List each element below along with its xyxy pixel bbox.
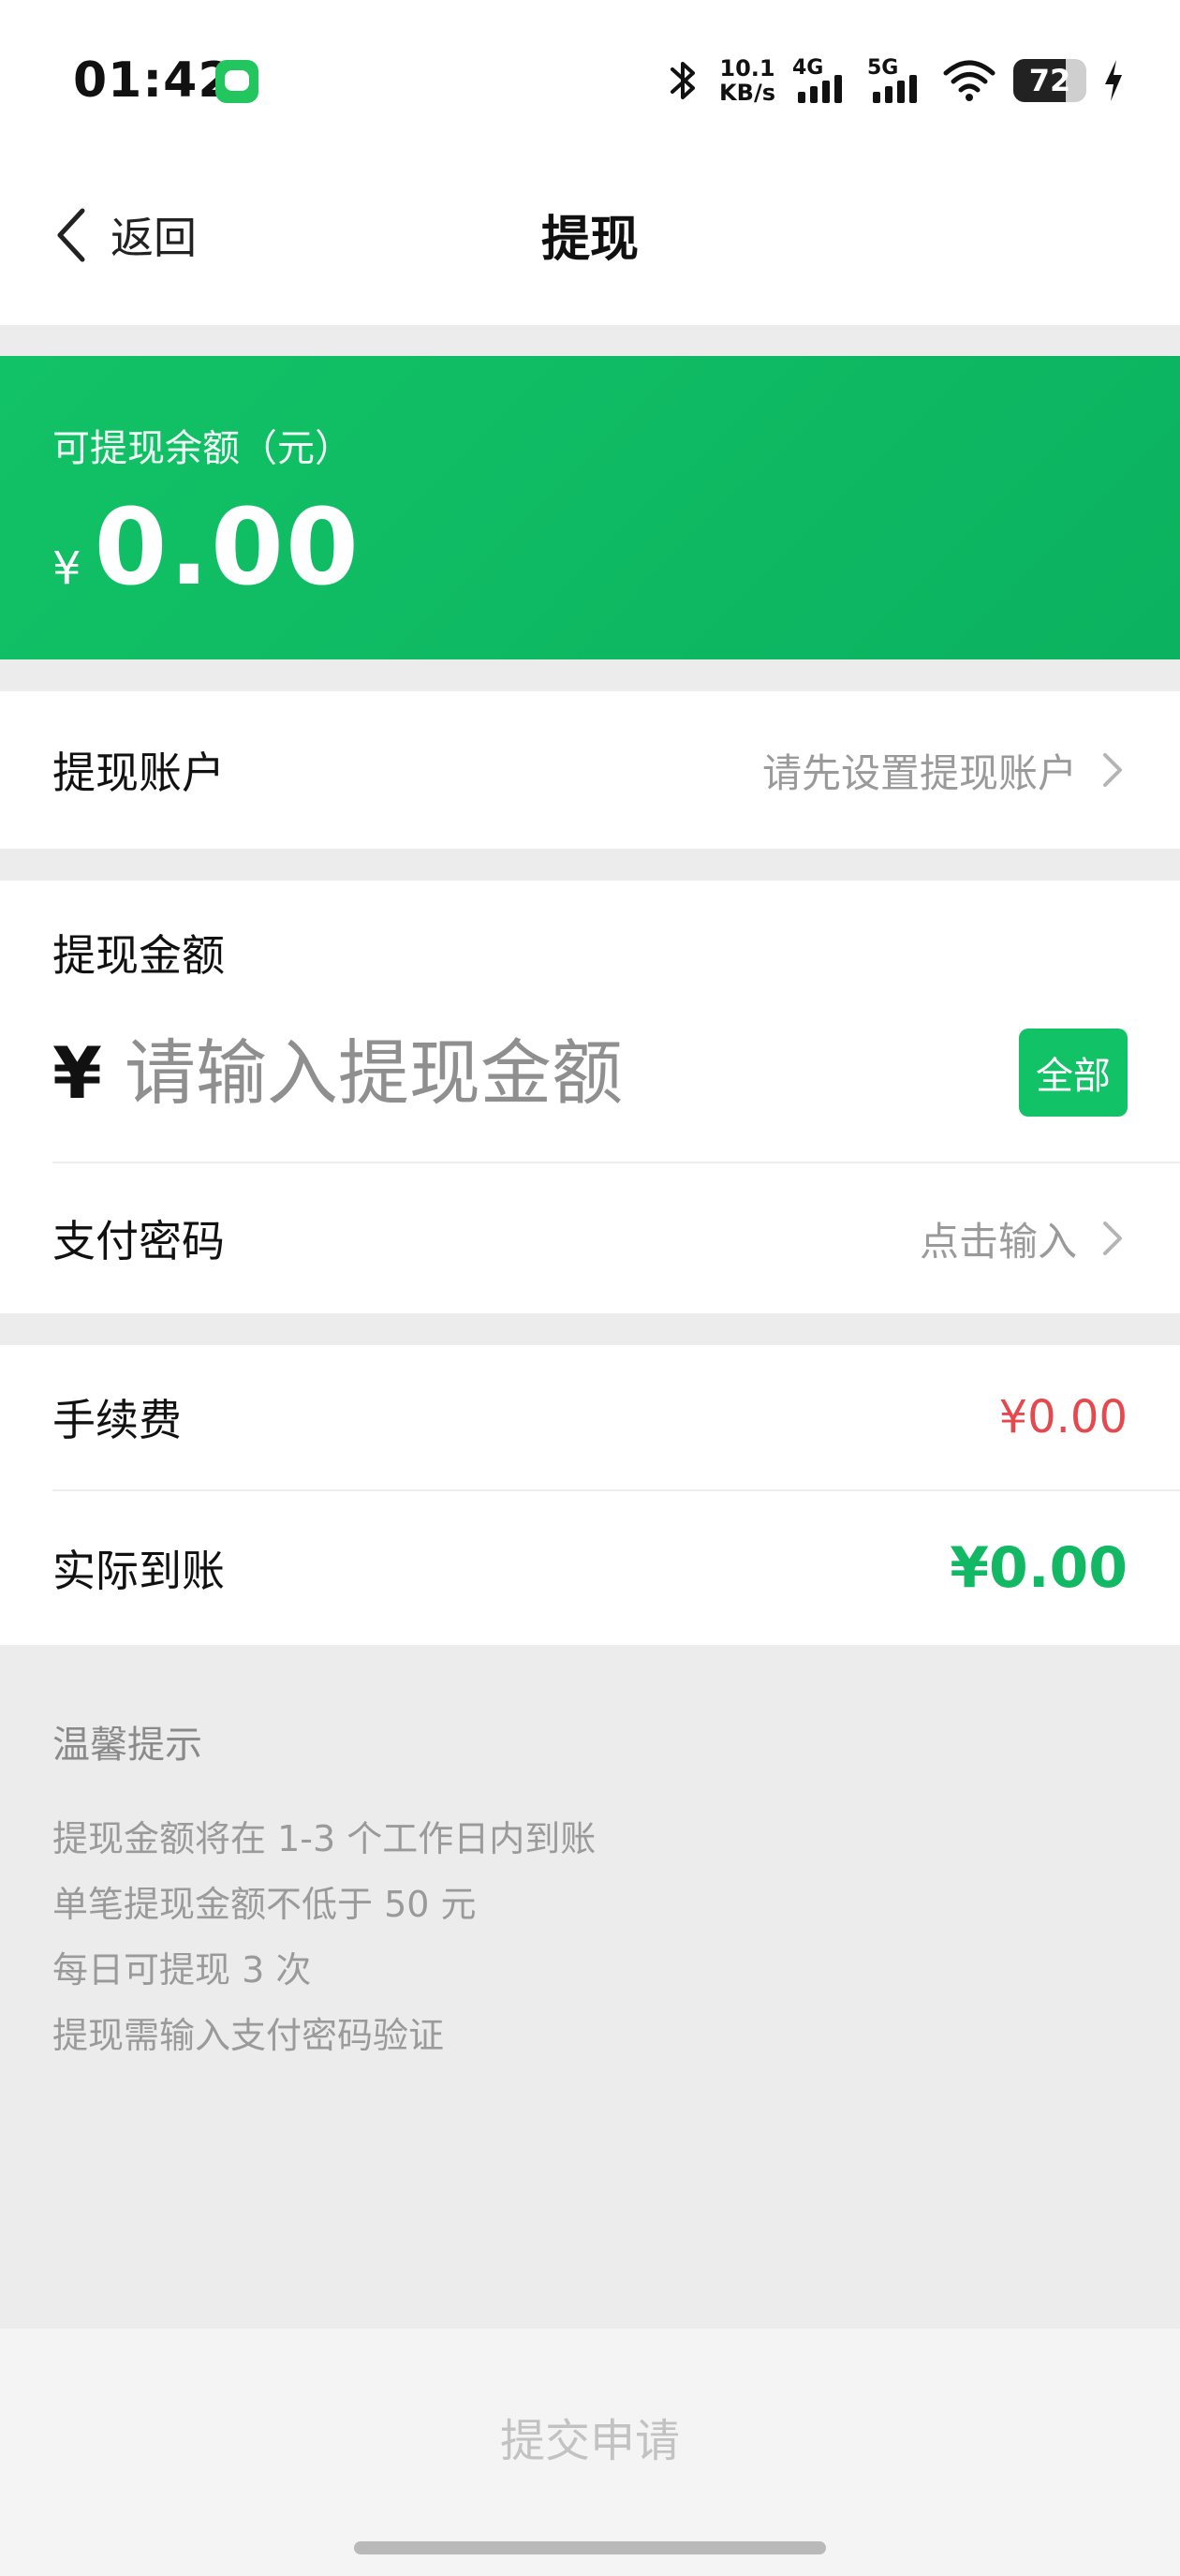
bluetooth-icon	[671, 62, 696, 99]
amount-input-row: ¥ 全部	[52, 1021, 1128, 1124]
account-label: 提现账户	[52, 748, 225, 798]
balance-amount: 0.00	[94, 487, 361, 609]
wifi-icon	[943, 60, 996, 101]
battery-percent: 72	[1028, 63, 1071, 98]
signal-4g-icon: 4G	[792, 56, 850, 105]
withdraw-all-button[interactable]: 全部	[1018, 1029, 1128, 1117]
chevron-right-icon	[1103, 753, 1122, 787]
tip-item: 每日可提现 3 次	[52, 1949, 312, 1991]
password-value: 点击输入	[919, 1218, 1077, 1265]
tip-item: 单笔提现金额不低于 50 元	[52, 1884, 477, 1925]
actual-value: ¥0.00	[950, 1535, 1128, 1601]
page-title: 提现	[540, 212, 639, 268]
amount-label-row: 提现金额	[52, 920, 1128, 985]
tips-title: 温馨提示	[52, 1724, 202, 1767]
submit-button[interactable]: 提交申请	[0, 2404, 1180, 2469]
chevron-right-icon	[1103, 1221, 1122, 1255]
bottom-bar: 提交申请	[0, 2329, 1180, 2576]
fee-value: ¥0.00	[998, 1391, 1128, 1443]
battery-icon: 72	[1013, 59, 1086, 102]
balance-card: 可提现余额（元） ¥ 0.00	[0, 356, 1180, 659]
nav-bar: 返回 提现	[0, 164, 1180, 325]
home-indicator[interactable]	[354, 2541, 826, 2554]
balance-currency: ¥	[52, 542, 81, 595]
net-speed-unit: KB/s	[719, 80, 775, 106]
tip-item: 提现需输入支付密码验证	[52, 2015, 445, 2056]
withdraw-page: 01:42 10.1 KB/s 4G 5G 72 返回 提现 可提现余额（元） …	[0, 0, 1180, 2576]
fee-section: 手续费 ¥0.00 实际到账 ¥0.00	[0, 1345, 1180, 1645]
account-section: 提现账户 请先设置提现账户	[0, 691, 1180, 849]
amount-input[interactable]	[124, 1030, 1019, 1115]
amount-label: 提现金额	[52, 930, 225, 981]
account-value: 请先设置提现账户	[761, 749, 1077, 796]
account-value-group: 请先设置提现账户	[762, 742, 1128, 799]
payment-password-row[interactable]: 支付密码 点击输入	[52, 1163, 1128, 1313]
signal-5g-icon: 5G	[867, 56, 925, 105]
password-value-group: 点击输入	[920, 1210, 1128, 1267]
net-speed: 10.1 KB/s	[719, 56, 775, 105]
tips-section: 温馨提示 提现金额将在 1-3 个工作日内到账 单笔提现金额不低于 50 元 每…	[52, 1714, 596, 2068]
actual-label: 实际到账	[52, 1546, 225, 1596]
amount-section: 提现金额 ¥ 全部 支付密码 点击输入	[0, 881, 1180, 1313]
balance-label: 可提现余额（元）	[52, 427, 352, 470]
balance-value: ¥ 0.00	[52, 487, 361, 609]
password-label: 支付密码	[52, 1216, 225, 1266]
chat-app-icon	[215, 60, 258, 103]
withdraw-account-row[interactable]: 提现账户 请先设置提现账户	[52, 691, 1128, 849]
net-speed-value: 10.1	[719, 55, 775, 81]
status-icons: 10.1 KB/s 4G 5G 72	[665, 52, 1124, 109]
fee-row: 手续费 ¥0.00	[52, 1345, 1128, 1489]
amount-currency: ¥	[52, 1030, 102, 1115]
charging-icon	[1105, 60, 1122, 101]
status-time: 01:42	[73, 52, 233, 109]
status-bar: 01:42 10.1 KB/s 4G 5G 72	[0, 0, 1180, 164]
tip-item: 提现金额将在 1-3 个工作日内到账	[52, 1818, 597, 1859]
fee-label: 手续费	[52, 1395, 182, 1445]
actual-row: 实际到账 ¥0.00	[52, 1491, 1128, 1645]
